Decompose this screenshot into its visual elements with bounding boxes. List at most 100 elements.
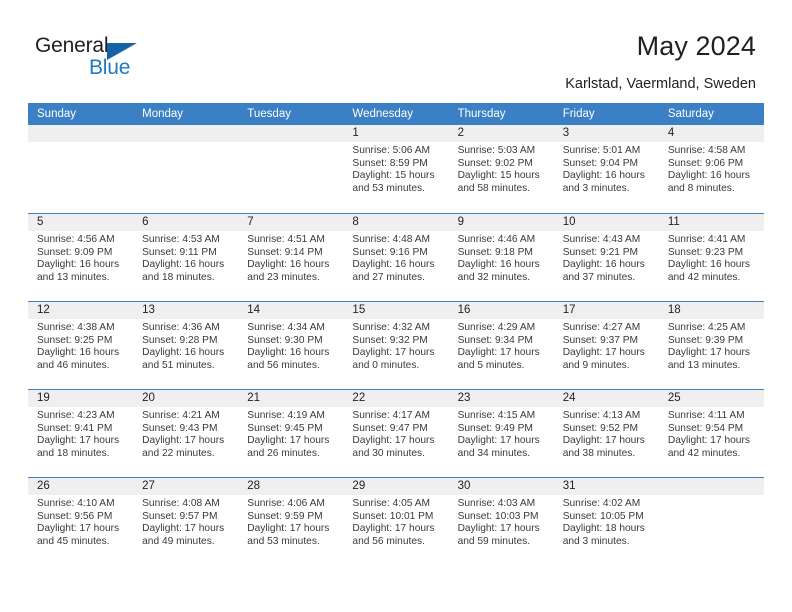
day-number-bar: 12 [28,302,134,319]
calendar-day-cell[interactable]: 22 Sunrise: 4:17 AM Sunset: 9:47 PM Dayligh… [343,390,449,476]
day-sun-info: Sunrise: 4:48 AM Sunset: 9:16 PM Daylight:… [343,231,448,285]
sunrise-time: Sunrise: 4:25 AM [667,322,746,333]
day-number: 29 [352,480,366,492]
day-sun-info: Sunrise: 4:41 AM Sunset: 9:23 PM Daylight:… [659,231,764,285]
day-number-bar [658,478,764,495]
daylight-duration-line2: and 49 minutes. [142,536,215,548]
daylight-duration-line1: Daylight: 17 hours [352,523,435,535]
day-number: 14 [247,304,261,316]
calendar-day-cell[interactable]: 1 Sunrise: 5:06 AM Sunset: 8:59 PM Daylight… [343,125,449,211]
sunrise-time: Sunrise: 4:36 AM [142,322,220,333]
calendar-day-cell[interactable]: 27 Sunrise: 4:08 AM Sunset: 9:57 PM Dayligh… [133,478,239,564]
day-sun-info: Sunrise: 4:10 AM Sunset: 9:56 PM Daylight:… [28,495,133,549]
sunset-time: Sunset: 9:02 PM [457,157,533,169]
day-number: 18 [667,304,681,316]
calendar-day-cell[interactable]: 7 Sunrise: 4:51 AM Sunset: 9:14 PM Daylight… [238,214,344,300]
sunrise-time: Sunrise: 4:56 AM [37,234,115,245]
day-number: 26 [37,480,50,492]
daylight-duration-line2: and 56 minutes. [352,536,425,548]
sunrise-time: Sunrise: 4:46 AM [457,234,536,245]
calendar-day-cell-empty [238,125,344,211]
daylight-duration-line1: Daylight: 15 hours [457,170,540,182]
sunset-time: Sunset: 9:11 PM [142,246,217,258]
calendar-day-cell-empty [28,125,134,211]
calendar-day-cell[interactable]: 29 Sunrise: 4:05 AM Sunset: 10:01 PM Daylig… [343,478,449,564]
sunrise-time: Sunrise: 4:58 AM [667,145,746,156]
day-sun-info: Sunrise: 4:29 AM Sunset: 9:34 PM Daylight:… [449,319,554,373]
calendar-day-cell[interactable]: 26 Sunrise: 4:10 AM Sunset: 9:56 PM Dayligh… [28,478,134,564]
day-sun-info: Sunrise: 4:08 AM Sunset: 9:57 PM Daylight:… [133,495,238,549]
day-sun-info: Sunrise: 4:36 AM Sunset: 9:28 PM Daylight:… [133,319,238,373]
sunset-time: Sunset: 9:49 PM [457,422,533,434]
daylight-duration-line1: Daylight: 18 hours [562,523,645,535]
calendar-day-cell[interactable]: 20 Sunrise: 4:21 AM Sunset: 9:43 PM Dayligh… [133,390,239,476]
day-sun-info: Sunrise: 4:11 AM Sunset: 9:54 PM Daylight:… [659,407,764,461]
day-number: 8 [352,216,359,228]
sunset-time: Sunset: 9:28 PM [142,334,218,346]
calendar-day-cell[interactable]: 10 Sunrise: 4:43 AM Sunset: 9:21 PM Dayligh… [553,214,659,300]
calendar-week-row: 1 Sunrise: 5:06 AM Sunset: 8:59 PM Daylight… [28,125,764,213]
daylight-duration-line2: and 13 minutes. [667,360,741,372]
day-sun-info: Sunrise: 4:06 AM Sunset: 9:59 PM Daylight:… [238,495,343,549]
calendar-day-cell[interactable]: 8 Sunrise: 4:48 AM Sunset: 9:16 PM Daylight… [343,214,449,300]
daylight-duration-line1: Daylight: 17 hours [37,523,120,535]
calendar-day-cell[interactable]: 2 Sunrise: 5:03 AM Sunset: 9:02 PM Daylight… [448,125,554,211]
daylight-duration-line1: Daylight: 17 hours [352,435,435,447]
month-calendar: Sunday Monday Tuesday Wednesday Thursday… [28,103,764,565]
calendar-day-cell[interactable]: 16 Sunrise: 4:29 AM Sunset: 9:34 PM Dayligh… [448,302,554,388]
day-sun-info: Sunrise: 4:25 AM Sunset: 9:39 PM Daylight:… [659,319,764,373]
day-number-bar: 2 [448,125,554,142]
sunrise-time: Sunrise: 4:03 AM [457,498,536,509]
calendar-day-cell[interactable]: 21 Sunrise: 4:19 AM Sunset: 9:45 PM Dayligh… [238,390,344,476]
day-number-bar: 1 [343,125,449,142]
weekday-header-wednesday: Wednesday [352,108,413,120]
sunrise-time: Sunrise: 4:41 AM [667,234,746,245]
day-number: 30 [457,480,471,492]
calendar-day-cell[interactable]: 19 Sunrise: 4:23 AM Sunset: 9:41 PM Dayligh… [28,390,134,476]
calendar-day-cell[interactable]: 28 Sunrise: 4:06 AM Sunset: 9:59 PM Dayligh… [238,478,344,564]
day-number: 1 [352,127,359,139]
calendar-day-cell[interactable]: 5 Sunrise: 4:56 AM Sunset: 9:09 PM Daylight… [28,214,134,300]
calendar-day-cell[interactable]: 30 Sunrise: 4:03 AM Sunset: 10:03 PM Daylig… [448,478,554,564]
calendar-day-cell[interactable]: 18 Sunrise: 4:25 AM Sunset: 9:39 PM Dayligh… [658,302,764,388]
calendar-day-cell[interactable]: 13 Sunrise: 4:36 AM Sunset: 9:28 PM Dayligh… [133,302,239,388]
sunset-time: Sunset: 9:37 PM [562,334,639,346]
sunset-time: Sunset: 10:01 PM [352,510,434,522]
calendar-day-cell[interactable]: 4 Sunrise: 4:58 AM Sunset: 9:06 PM Daylight… [658,125,764,211]
general-blue-logo[interactable]: General Blue [35,34,155,86]
day-sun-info: Sunrise: 4:53 AM Sunset: 9:11 PM Daylight:… [133,231,238,285]
sunrise-time: Sunrise: 4:34 AM [247,322,325,333]
weekday-header-monday: Monday [142,108,184,120]
calendar-day-cell[interactable]: 3 Sunrise: 5:01 AM Sunset: 9:04 PM Daylight… [553,125,659,211]
daylight-duration-line2: and 5 minutes. [457,360,525,372]
calendar-week-row: 26 Sunrise: 4:10 AM Sunset: 9:56 PM Dayligh… [28,477,764,565]
calendar-day-cell[interactable]: 14 Sunrise: 4:34 AM Sunset: 9:30 PM Dayligh… [238,302,344,388]
calendar-day-cell[interactable]: 11 Sunrise: 4:41 AM Sunset: 9:23 PM Dayligh… [658,214,764,300]
calendar-day-cell[interactable]: 6 Sunrise: 4:53 AM Sunset: 9:11 PM Daylight… [133,214,239,300]
calendar-day-cell[interactable]: 9 Sunrise: 4:46 AM Sunset: 9:18 PM Daylight… [448,214,554,300]
calendar-day-cell[interactable]: 23 Sunrise: 4:15 AM Sunset: 9:49 PM Dayligh… [448,390,554,476]
day-number-bar: 10 [553,214,659,231]
day-number: 27 [142,480,155,492]
day-number-bar: 30 [448,478,554,495]
day-sun-info: Sunrise: 4:02 AM Sunset: 10:05 PM Daylight… [554,495,659,549]
calendar-day-cell[interactable]: 17 Sunrise: 4:27 AM Sunset: 9:37 PM Dayligh… [553,302,659,388]
sunrise-time: Sunrise: 4:08 AM [142,498,220,509]
daylight-duration-line2: and 42 minutes. [667,448,741,460]
calendar-day-cell[interactable]: 15 Sunrise: 4:32 AM Sunset: 9:32 PM Dayligh… [343,302,449,388]
calendar-day-cell[interactable]: 31 Sunrise: 4:02 AM Sunset: 10:05 PM Daylig… [553,478,659,564]
day-number-bar: 16 [448,302,554,319]
sunrise-time: Sunrise: 4:38 AM [37,322,115,333]
daylight-duration-line2: and 53 minutes. [352,183,425,195]
daylight-duration-line1: Daylight: 17 hours [457,435,540,447]
daylight-duration-line2: and 46 minutes. [37,360,110,372]
daylight-duration-line1: Daylight: 17 hours [457,523,540,535]
calendar-day-cell[interactable]: 24 Sunrise: 4:13 AM Sunset: 9:52 PM Dayligh… [553,390,659,476]
calendar-day-cell[interactable]: 12 Sunrise: 4:38 AM Sunset: 9:25 PM Dayligh… [28,302,134,388]
calendar-day-cell[interactable]: 25 Sunrise: 4:11 AM Sunset: 9:54 PM Dayligh… [658,390,764,476]
sunset-time: Sunset: 9:23 PM [667,246,744,258]
daylight-duration-line1: Daylight: 17 hours [457,347,540,359]
sunset-time: Sunset: 9:14 PM [247,246,323,258]
day-number-bar [238,125,344,142]
page-subtitle-location: Karlstad, Vaermland, Sweden [565,76,756,92]
